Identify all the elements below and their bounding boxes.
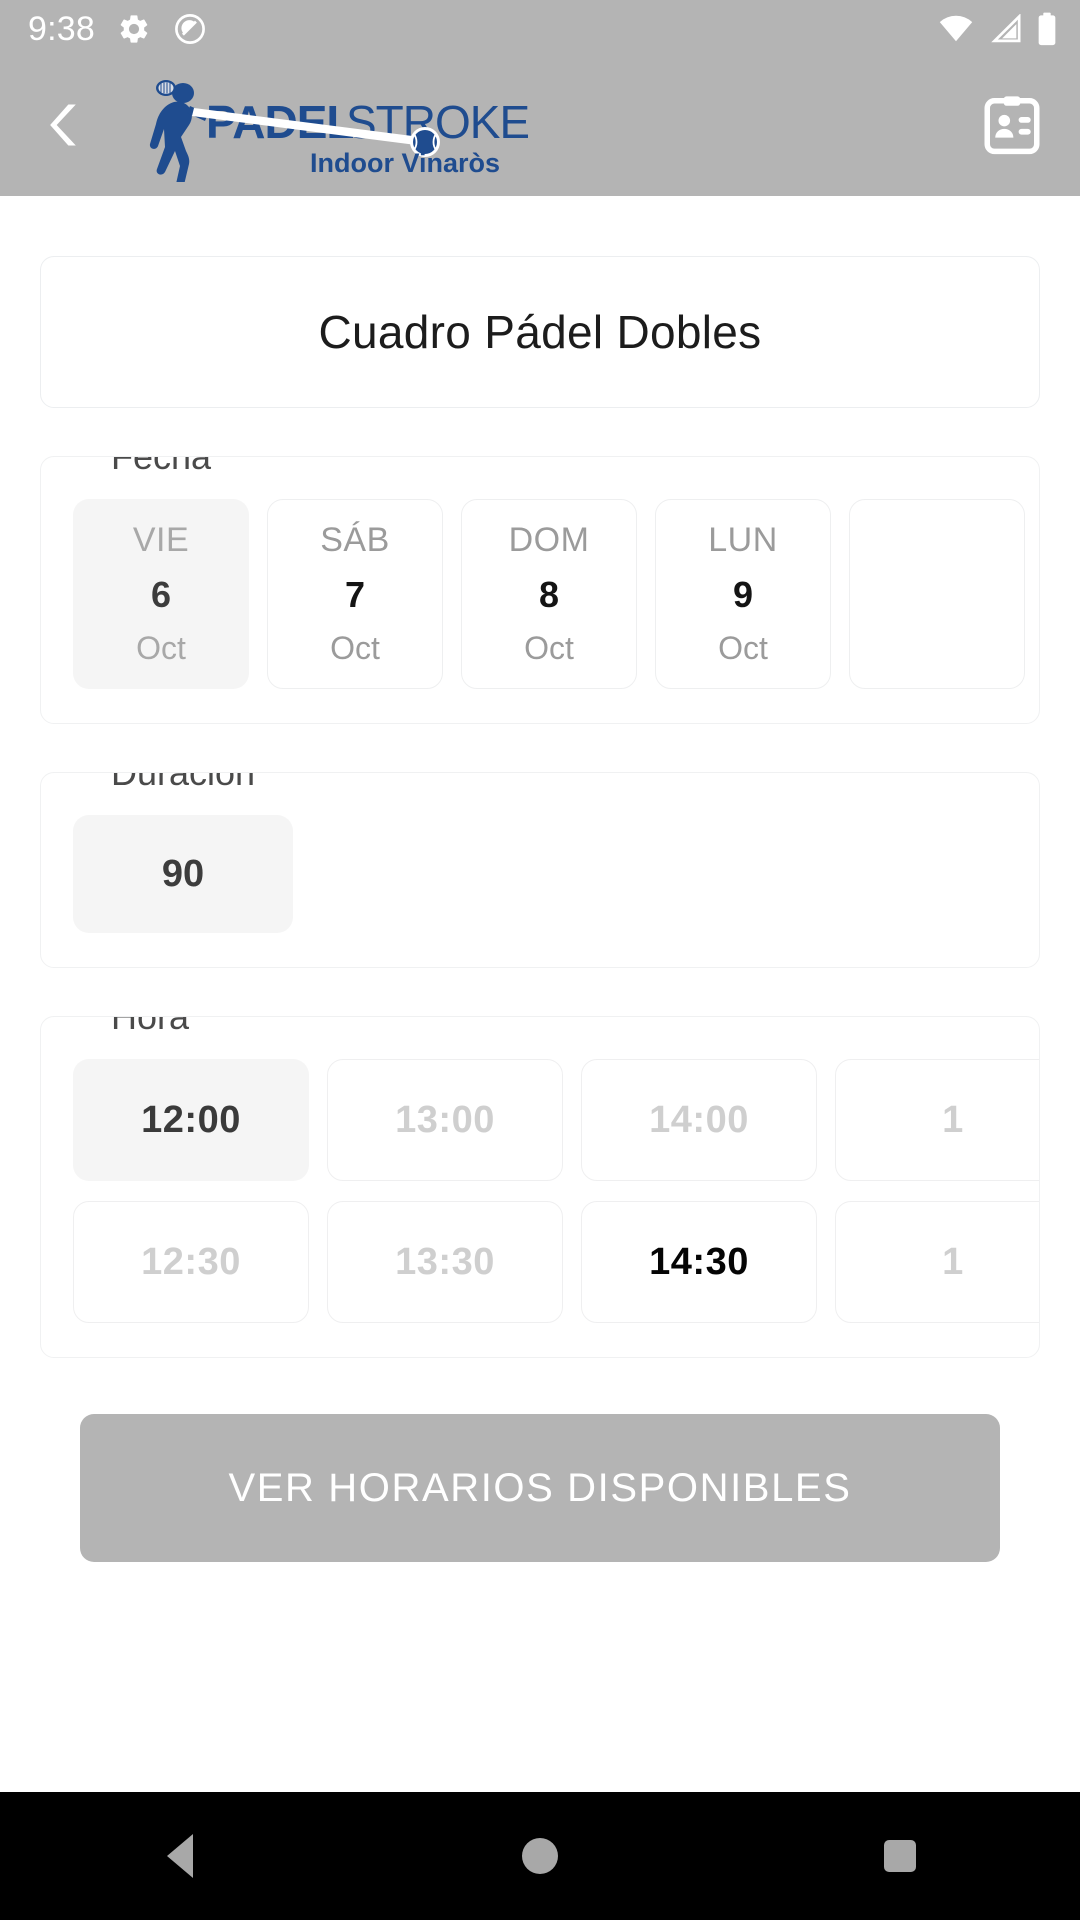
hour-chip-clipped[interactable]: 1 (835, 1059, 1039, 1181)
page-title-card: Cuadro Pádel Dobles (40, 256, 1040, 408)
gear-icon (117, 12, 151, 46)
date-chip-daynumber: 6 (150, 574, 172, 615)
date-chip[interactable]: VIE 6 Oct (73, 499, 249, 689)
app-header: PADEL STROKE Indoor Vinaròs (0, 58, 1080, 196)
nav-back-icon (167, 1834, 193, 1878)
date-chip[interactable]: LUN 9 Oct (655, 499, 831, 689)
status-bar: 9:38 (0, 0, 1080, 58)
date-chip-dayofweek: SÁB (320, 521, 390, 559)
date-chip-dayofweek: DOM (508, 521, 590, 559)
hour-chip-label: 13:30 (395, 1240, 495, 1283)
duration-chip-label: 90 (161, 852, 205, 895)
view-available-times-label: VER HORARIOS DISPONIBLES (228, 1465, 852, 1510)
date-chip-row: VIE 6 Oct SÁB 7 Oct DOM 8 Oct LUN 9 Oct (73, 499, 1025, 689)
duration-group: Duración 90 (40, 772, 1040, 968)
date-chip[interactable]: DOM 8 Oct (461, 499, 637, 689)
nav-home-button[interactable] (480, 1806, 600, 1906)
hour-chip[interactable]: 13:00 (327, 1059, 563, 1181)
hour-chip-label: 13:00 (395, 1098, 495, 1141)
date-chip-daynumber: 8 (538, 574, 560, 615)
app-root: 9:38 STROKE Indoor Vinaròs Cuadro Pádel … (0, 0, 1080, 1920)
duration-chip-row: 90 (73, 815, 1007, 933)
date-group: Fecha VIE 6 Oct SÁB 7 Oct DOM 8 Oct LUN … (40, 456, 1040, 724)
nav-recents-button[interactable] (840, 1806, 960, 1906)
hour-chip[interactable]: 12:00 (73, 1059, 309, 1181)
cellular-signal-icon (988, 14, 1022, 44)
nav-back-button[interactable] (120, 1806, 240, 1906)
logo-racket (156, 80, 176, 96)
date-chip-month: Oct (718, 630, 768, 666)
date-chip-dayofweek: LUN (708, 521, 778, 559)
hour-chip-label: 12:00 (141, 1098, 241, 1141)
nav-recents-icon (884, 1840, 916, 1872)
hour-chip-label: 14:30 (649, 1240, 749, 1283)
status-bar-clock: 9:38 (28, 10, 95, 48)
date-chip-dayofweek: VIE (132, 521, 190, 559)
hour-chip[interactable]: 14:00 (581, 1059, 817, 1181)
date-chip-month: Oct (136, 630, 186, 666)
android-nav-bar (0, 1792, 1080, 1920)
hour-chip-row: 12:00 13:00 14:00 1 (73, 1059, 1039, 1181)
date-group-legend: Fecha (99, 457, 224, 477)
nav-home-icon (522, 1838, 558, 1874)
hour-chip-label: 1 (942, 1098, 964, 1141)
header-contacts-button[interactable] (970, 85, 1054, 169)
back-chevron-icon (38, 97, 94, 158)
hour-chip-clipped[interactable]: 1 (835, 1201, 1039, 1323)
svg-text:Indoor Vinaròs: Indoor Vinaròs (310, 148, 500, 178)
view-available-times-button[interactable]: VER HORARIOS DISPONIBLES (80, 1414, 1000, 1562)
hour-chip-label: 1 (942, 1240, 964, 1283)
hour-chip-row: 12:30 13:30 14:30 1 (73, 1201, 1039, 1323)
duration-group-legend: Duración (99, 773, 268, 793)
date-chip-month: Oct (330, 630, 380, 666)
duration-chip[interactable]: 90 (73, 815, 293, 933)
hour-group: Hora 12:00 13:00 14:00 1 12:30 13:30 14:… (40, 1016, 1040, 1358)
status-bar-right (938, 12, 1058, 46)
battery-icon (1036, 12, 1058, 46)
hour-chip[interactable]: 12:30 (73, 1201, 309, 1323)
hour-chip-label: 14:00 (649, 1098, 749, 1141)
hour-chip-grid: 12:00 13:00 14:00 1 12:30 13:30 14:30 1 (73, 1059, 1039, 1323)
app-logo: PADEL STROKE Indoor Vinaròs (128, 72, 528, 182)
hour-chip-label: 12:30 (141, 1240, 241, 1283)
hour-chip[interactable]: 14:30 (581, 1201, 817, 1323)
header-back-button[interactable] (30, 91, 102, 163)
page-title: Cuadro Pádel Dobles (318, 306, 762, 358)
date-chip-clipped[interactable] (849, 499, 1025, 689)
date-chip-daynumber: 7 (344, 574, 366, 615)
date-chip[interactable]: SÁB 7 Oct (267, 499, 443, 689)
main-content: Cuadro Pádel Dobles Fecha VIE 6 Oct SÁB … (0, 196, 1080, 1792)
hour-chip[interactable]: 13:30 (327, 1201, 563, 1323)
contact-card-icon (979, 92, 1045, 163)
wifi-icon (938, 14, 974, 44)
do-not-disturb-icon (173, 12, 207, 46)
date-chip-daynumber: 9 (732, 574, 754, 615)
date-chip-month: Oct (524, 630, 574, 666)
status-bar-left: 9:38 (28, 12, 207, 46)
hour-group-legend: Hora (99, 1017, 202, 1037)
logo-player-silhouette (149, 83, 208, 182)
